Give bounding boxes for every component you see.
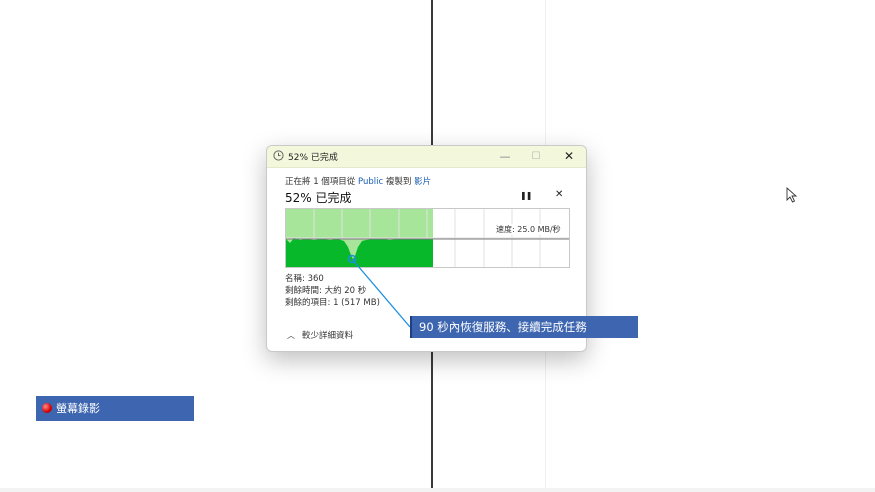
annotation-callout: 90 秒內恢復服務、接續完成任務 — [410, 316, 638, 338]
maximize-icon: ☐ — [531, 151, 541, 162]
copy-description: 正在將 1 個項目從 Public 複製到 影片 — [285, 175, 431, 187]
cancel-button[interactable]: ✕ — [555, 189, 563, 200]
pause-icon: ❚❚ — [520, 191, 532, 200]
destination-folder-link[interactable]: 影片 — [414, 177, 431, 187]
mouse-cursor-icon — [786, 187, 798, 203]
recording-label: 螢幕錄影 — [56, 402, 100, 415]
clock-icon — [273, 150, 284, 161]
transfer-details: 名稱: 360 剩餘時間: 大約 20 秒 剩餘的項目: 1 (517 MB) — [285, 273, 380, 309]
items-remaining-line: 剩餘的項目: 1 (517 MB) — [285, 298, 380, 308]
time-remaining-line: 剩餘時間: 大約 20 秒 — [285, 286, 367, 296]
pause-button[interactable]: ❚❚ — [520, 191, 532, 200]
file-name-line: 名稱: 360 — [285, 274, 324, 284]
cancel-icon: ✕ — [555, 189, 564, 200]
minimize-icon: — — [499, 150, 511, 163]
close-button[interactable]: ✕ — [560, 148, 578, 165]
copy-middle: 複製到 — [385, 177, 412, 187]
less-details-label: 較少詳細資料 — [302, 331, 354, 341]
speed-graph-svg — [286, 209, 569, 267]
transfer-speed-graph: 速度: 25.0 MB/秒 — [285, 208, 570, 268]
close-icon: ✕ — [563, 149, 575, 163]
screen-recording-badge: 螢幕錄影 — [36, 396, 194, 421]
dialog-titlebar[interactable]: 52% 已完成 — ☐ ✕ — [267, 146, 586, 168]
speed-label: 速度: 25.0 MB/秒 — [495, 224, 562, 235]
less-details-toggle[interactable]: ︿ 較少詳細資料 — [287, 329, 353, 341]
percent-complete-heading: 52% 已完成 — [285, 191, 352, 205]
chevron-up-icon: ︿ — [287, 331, 295, 340]
copy-prefix: 正在將 1 個項目從 — [285, 177, 356, 187]
source-folder-link[interactable]: Public — [358, 177, 383, 187]
dialog-title: 52% 已完成 — [288, 153, 338, 163]
bottom-edge — [0, 488, 875, 492]
minimize-button[interactable]: — — [496, 148, 514, 165]
maximize-button[interactable]: ☐ — [527, 148, 545, 165]
record-dot-icon — [42, 403, 52, 413]
